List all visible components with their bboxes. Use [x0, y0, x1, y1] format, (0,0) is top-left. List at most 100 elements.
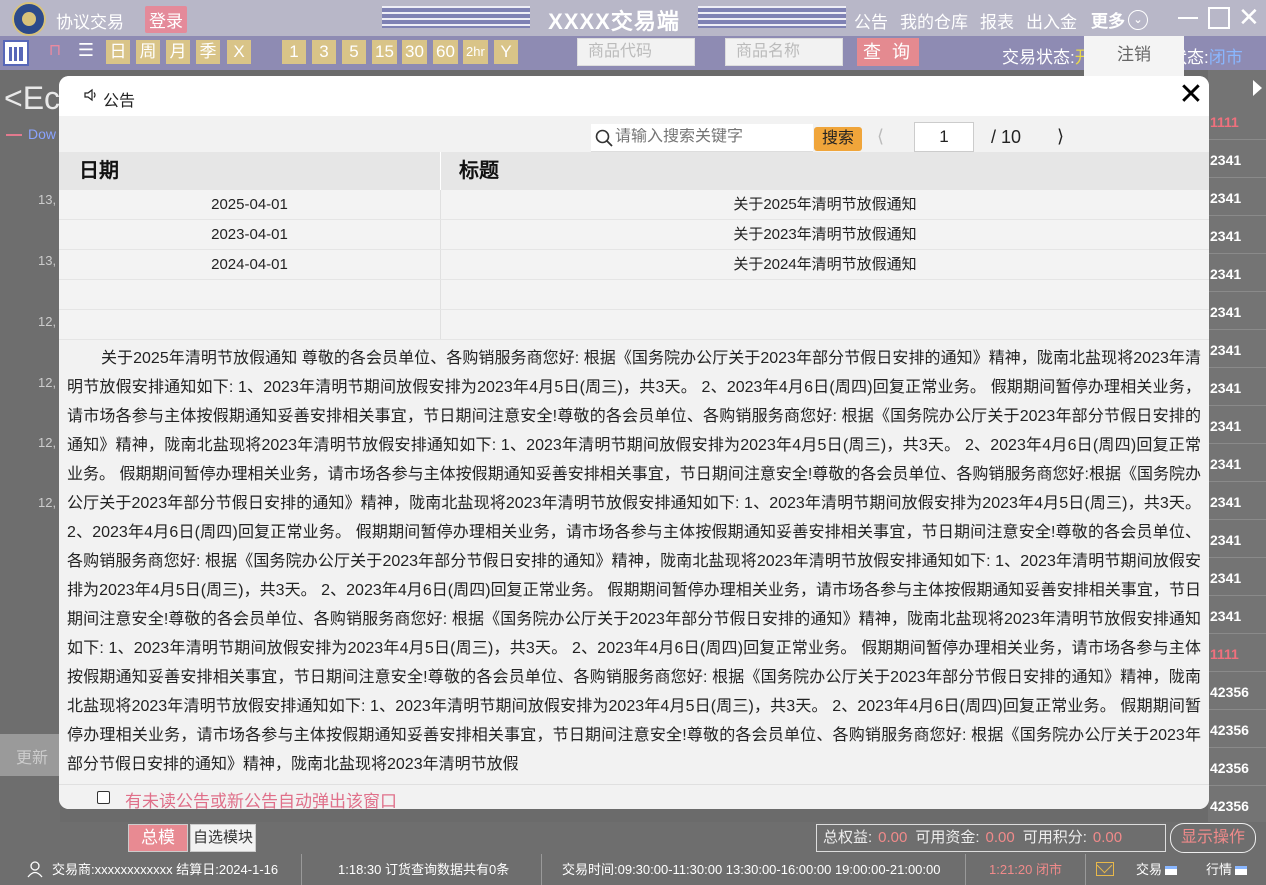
expand-arrow-icon[interactable] [1253, 80, 1262, 96]
table-row[interactable]: 2024-04-01 关于2024年清明节放假通知 [59, 250, 1209, 280]
page-total: / 10 [991, 127, 1022, 147]
y-axis-label: 12, [38, 435, 57, 450]
quote-cell: 2341 [1208, 292, 1266, 330]
trade-label: 交易 [1136, 862, 1163, 877]
login-button[interactable]: 登录 [145, 6, 187, 33]
menu-warehouse[interactable]: 我的仓库 [900, 8, 968, 33]
list-icon[interactable]: ☰ [73, 40, 99, 66]
indicator-chart-icon[interactable]: ⊓ [42, 40, 68, 66]
quote-cell: 2341 [1208, 406, 1266, 444]
quote-cell: 42356 [1208, 786, 1266, 824]
search-input[interactable] [615, 128, 805, 146]
minute-60-button[interactable]: 60 [433, 40, 458, 64]
y-axis-label: 13, [38, 192, 57, 207]
quote-cell: 2341 [1208, 558, 1266, 596]
row-title [441, 280, 1209, 309]
tab-general-module[interactable]: 总模 [128, 824, 188, 852]
quote-cell: 2341 [1208, 520, 1266, 558]
status-user: 交易商:xxxxxxxxxxxx 结算日:2024-1-16 [0, 854, 302, 885]
period-x-button[interactable]: X [227, 40, 251, 64]
period-day-button[interactable]: 日 [106, 40, 130, 64]
product-code-input[interactable]: 商品代码 [577, 38, 695, 66]
app-name: 协议交易 [56, 13, 124, 32]
market-clock: 1:21:20 闭市 [966, 854, 1086, 885]
market-status-value: 闭市 [1208, 48, 1243, 67]
quote-cell: 1111 [1208, 634, 1266, 672]
maximize-button[interactable] [1208, 7, 1230, 29]
search-button[interactable]: 搜索 [814, 127, 862, 151]
y-axis-label: 13, [38, 253, 57, 268]
table-row-empty [59, 280, 1209, 310]
menu-announcement[interactable]: 公告 [854, 8, 888, 33]
minute-15-button[interactable]: 15 [372, 40, 397, 64]
auto-popup-checkbox[interactable] [97, 791, 110, 804]
announcement-modal: 公告 ✕ 搜索 ⟨ 1 / 10 ⟩ 日期 标题 2025-04-01 关于20… [59, 76, 1209, 809]
row-date [59, 280, 441, 309]
modal-footer: 有未读公告或新公告自动弹出该窗口 [59, 784, 1209, 809]
equity-value: 0.00 [878, 829, 908, 846]
modal-header: 公告 ✕ [59, 76, 1209, 116]
refresh-button[interactable]: 更新 [0, 734, 60, 776]
more-menu[interactable]: 更多 ⌄ [1091, 7, 1148, 32]
row-title: 关于2023年清明节放假通知 [733, 226, 917, 243]
app-title: XXXX交易端 [548, 9, 680, 34]
table-row[interactable]: 2025-04-01 关于2025年清明节放假通知 [59, 190, 1209, 220]
menu-report[interactable]: 报表 [980, 8, 1014, 33]
quote-cell: 42356 [1208, 748, 1266, 786]
quote-column-right: 1111 2341 2341 2341 2341 2341 2341 2341 … [1208, 70, 1266, 824]
next-page-icon[interactable]: ⟩ [1057, 126, 1064, 147]
row-date: 2024-04-01 [59, 250, 441, 279]
close-icon[interactable]: ✕ [1177, 80, 1205, 110]
quote-cell: 1111 [1208, 102, 1266, 140]
prev-page-icon[interactable]: ⟨ [877, 126, 884, 147]
status-bar: 交易商:xxxxxxxxxxxx 结算日:2024-1-16 1:18:30 订… [0, 854, 1266, 885]
funds-value: 0.00 [985, 829, 1015, 846]
title-decoration-right [698, 6, 846, 28]
logout-button[interactable]: 注销 [1084, 36, 1184, 80]
quote-cell: 2341 [1208, 596, 1266, 634]
minute-30-button[interactable]: 30 [402, 40, 427, 64]
period-week-button[interactable]: 周 [136, 40, 160, 64]
minute-1-button[interactable]: 1 [282, 40, 306, 64]
search-box[interactable] [591, 124, 813, 152]
minimize-button[interactable] [1176, 6, 1200, 30]
period-month-button[interactable]: 月 [166, 40, 190, 64]
message-button[interactable] [1086, 854, 1126, 885]
column-title: 标题 [459, 160, 499, 182]
period-quarter-button[interactable]: 季 [196, 40, 220, 64]
announcement-table: 日期 标题 2025-04-01 关于2025年清明节放假通知 2023-04-… [59, 152, 1209, 340]
auto-popup-label[interactable]: 有未读公告或新公告自动弹出该窗口 [125, 787, 397, 809]
column-date: 日期 [59, 152, 441, 190]
product-name-input[interactable]: 商品名称 [725, 38, 843, 66]
row-date [59, 310, 441, 339]
query-button[interactable]: 查 询 [857, 38, 919, 66]
show-operation-button[interactable]: 显示操作 [1170, 823, 1256, 853]
app-logo [12, 2, 46, 36]
user-icon [27, 861, 43, 878]
table-row[interactable]: 2023-04-01 关于2023年清明节放假通知 [59, 220, 1209, 250]
minute-3-button[interactable]: 3 [312, 40, 336, 64]
more-label: 更多 [1091, 12, 1125, 31]
tab-custom-module[interactable]: 自选模块 [190, 824, 256, 852]
trade-window-button[interactable]: 交易 [1126, 854, 1196, 885]
funds-label: 可用资金: [915, 829, 980, 846]
table-header: 日期 标题 [59, 152, 1209, 190]
account-summary: 总权益: 0.00 可用资金: 0.00 可用积分: 0.00 [816, 824, 1166, 852]
quote-cell: 2341 [1208, 330, 1266, 368]
title-bar: 协议交易 登录 XXXX交易端 公告 我的仓库 报表 出入金 更多 ⌄ ✕ [0, 0, 1266, 36]
chart-legend-dow: Dow [6, 126, 56, 142]
hour-2-button[interactable]: 2hr [463, 40, 488, 64]
period-y-button[interactable]: Y [494, 40, 518, 64]
window-close-button[interactable]: ✕ [1238, 4, 1262, 30]
toolbar: ⊓ ☰ 日 周 月 季 X 1 3 5 15 30 60 2hr Y 商品代码 … [0, 36, 1266, 70]
quote-cell: 2341 [1208, 368, 1266, 406]
trade-status-label: 交易状态: [1002, 48, 1075, 67]
minute-5-button[interactable]: 5 [342, 40, 366, 64]
quote-window-button[interactable]: 行情 [1196, 854, 1266, 885]
points-value: 0.00 [1092, 829, 1123, 846]
menu-funds[interactable]: 出入金 [1026, 8, 1077, 33]
bar-chart-icon[interactable] [3, 40, 29, 66]
table-row-empty [59, 310, 1209, 340]
quote-cell: 2341 [1208, 254, 1266, 292]
page-number-input[interactable]: 1 [914, 122, 974, 152]
